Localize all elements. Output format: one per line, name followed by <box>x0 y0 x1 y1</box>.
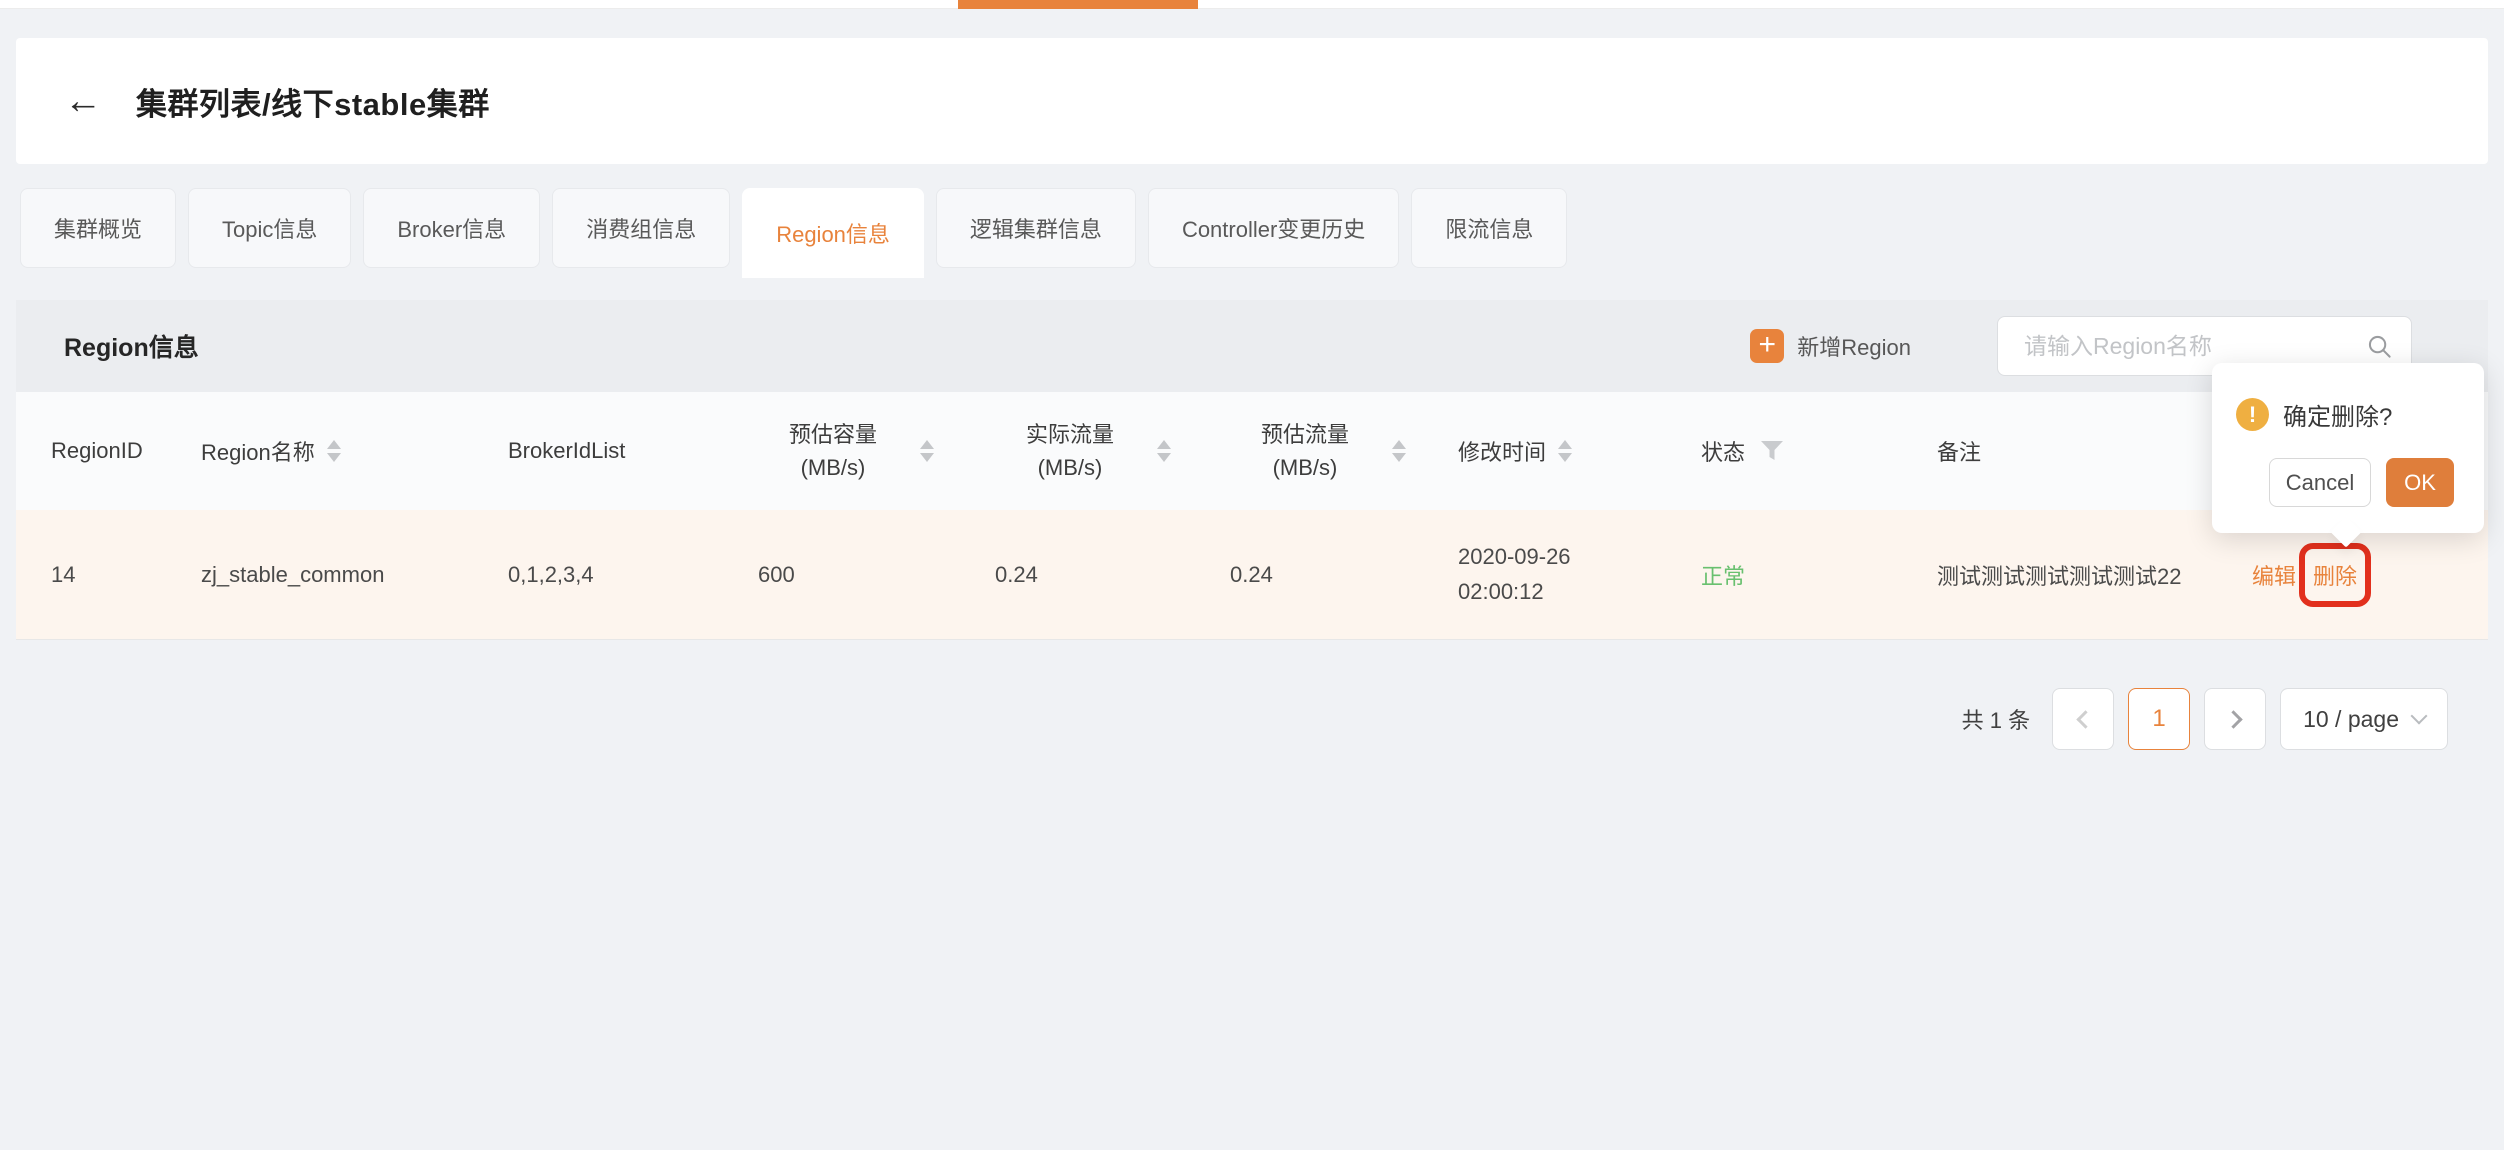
top-nav-active-indicator <box>958 0 1198 9</box>
cancel-button[interactable]: Cancel <box>2269 458 2371 507</box>
search-icon[interactable] <box>2366 333 2393 360</box>
sort-icon[interactable] <box>1392 440 1406 462</box>
col-header-actual-flow: 实际流量 (MB/s) <box>995 418 1230 484</box>
status-badge: 正常 <box>1701 559 1745 591</box>
tab-consumer-group-info[interactable]: 消费组信息 <box>552 188 730 268</box>
col-header-est-flow: 预估流量 (MB/s) <box>1230 418 1458 484</box>
col-title: RegionID <box>51 438 143 464</box>
pagination-page-1[interactable]: 1 <box>2128 688 2190 750</box>
add-region-button[interactable]: + 新增Region <box>1750 329 1911 363</box>
pagination-next-button[interactable] <box>2204 688 2266 750</box>
delete-confirm-popover: ! 确定删除? Cancel OK <box>2212 363 2484 533</box>
cell-est-capacity: 600 <box>758 562 995 588</box>
panel-header: Region信息 + 新增Region <box>16 300 2488 392</box>
col-header-status: 状态 <box>1701 435 1937 467</box>
chevron-left-icon <box>2076 710 2094 728</box>
col-title: 预估容量 (MB/s) <box>758 418 908 484</box>
tab-cluster-overview[interactable]: 集群概览 <box>20 188 176 268</box>
pagination: 共 1 条 1 10 / page <box>0 688 2448 750</box>
region-search-input[interactable] <box>2022 332 2366 361</box>
table-row: 14 zj_stable_common 0,1,2,3,4 600 0.24 0… <box>16 510 2488 640</box>
delete-link[interactable]: 删除 <box>2313 559 2357 591</box>
sort-icon[interactable] <box>920 440 934 462</box>
col-header-region-id: RegionID <box>51 438 201 464</box>
col-title: Region名称 <box>201 435 315 467</box>
cell-modify-time: 2020-09-26 02:00:12 <box>1458 540 1701 608</box>
tab-topic-info[interactable]: Topic信息 <box>188 188 351 268</box>
sort-icon[interactable] <box>1157 440 1171 462</box>
tab-controller-change-history[interactable]: Controller变更历史 <box>1148 188 1399 268</box>
col-header-region-name: Region名称 <box>201 435 508 467</box>
panel-title: Region信息 <box>64 328 199 364</box>
tab-broker-info[interactable]: Broker信息 <box>363 188 540 268</box>
edit-link[interactable]: 编辑 <box>2252 559 2296 591</box>
back-arrow-icon[interactable]: ← <box>64 82 102 120</box>
col-header-modify-time: 修改时间 <box>1458 435 1701 467</box>
chevron-right-icon <box>2224 710 2242 728</box>
cell-remark: 测试测试测试测试测试22 <box>1937 559 2252 591</box>
col-header-remark: 备注 <box>1937 435 2252 467</box>
page-title: 集群列表/线下stable集群 <box>136 79 490 124</box>
cell-status: 正常 <box>1701 559 1937 591</box>
cell-broker-id-list: 0,1,2,3,4 <box>508 562 758 588</box>
tab-throttle-info[interactable]: 限流信息 <box>1411 188 1567 268</box>
plus-icon: + <box>1750 329 1784 363</box>
region-info-panel: Region信息 + 新增Region RegionID Region名称 Br <box>16 300 2488 640</box>
tab-region-info[interactable]: Region信息 <box>742 188 924 278</box>
col-title: 修改时间 <box>1458 435 1546 467</box>
sort-icon[interactable] <box>1558 440 1572 462</box>
col-title: 预估流量 (MB/s) <box>1230 418 1380 484</box>
col-title: 状态 <box>1701 435 1745 467</box>
cell-actions: 编辑 删除 <box>2252 559 2472 591</box>
ok-button[interactable]: OK <box>2386 458 2454 507</box>
popconfirm-message: 确定删除? <box>2283 397 2392 432</box>
page-size-select[interactable]: 10 / page <box>2280 688 2448 750</box>
tab-logical-cluster-info[interactable]: 逻辑集群信息 <box>936 188 1136 268</box>
filter-icon[interactable] <box>1761 441 1783 461</box>
table-header-row: RegionID Region名称 BrokerIdList 预估容量 (MB/… <box>16 392 2488 510</box>
cell-actual-flow: 0.24 <box>995 562 1230 588</box>
sort-icon[interactable] <box>327 440 341 462</box>
page-size-label: 10 / page <box>2303 706 2399 733</box>
cell-est-flow: 0.24 <box>1230 562 1458 588</box>
col-title: 备注 <box>1937 435 1981 467</box>
pagination-total: 共 1 条 <box>1962 703 2030 735</box>
chevron-down-icon <box>2411 707 2428 724</box>
col-title: 实际流量 (MB/s) <box>995 418 1145 484</box>
page-header: ← 集群列表/线下stable集群 <box>16 38 2488 164</box>
pagination-prev-button[interactable] <box>2052 688 2114 750</box>
top-nav-strip <box>0 0 2504 9</box>
add-region-label: 新增Region <box>1797 330 1911 362</box>
tab-bar: 集群概览 Topic信息 Broker信息 消费组信息 Region信息 逻辑集… <box>20 188 2488 278</box>
col-title: BrokerIdList <box>508 438 625 464</box>
warning-icon: ! <box>2236 398 2269 431</box>
col-header-est-capacity: 预估容量 (MB/s) <box>758 418 995 484</box>
cell-region-id: 14 <box>51 562 201 588</box>
col-header-broker-id-list: BrokerIdList <box>508 438 758 464</box>
cell-region-name: zj_stable_common <box>201 562 508 588</box>
